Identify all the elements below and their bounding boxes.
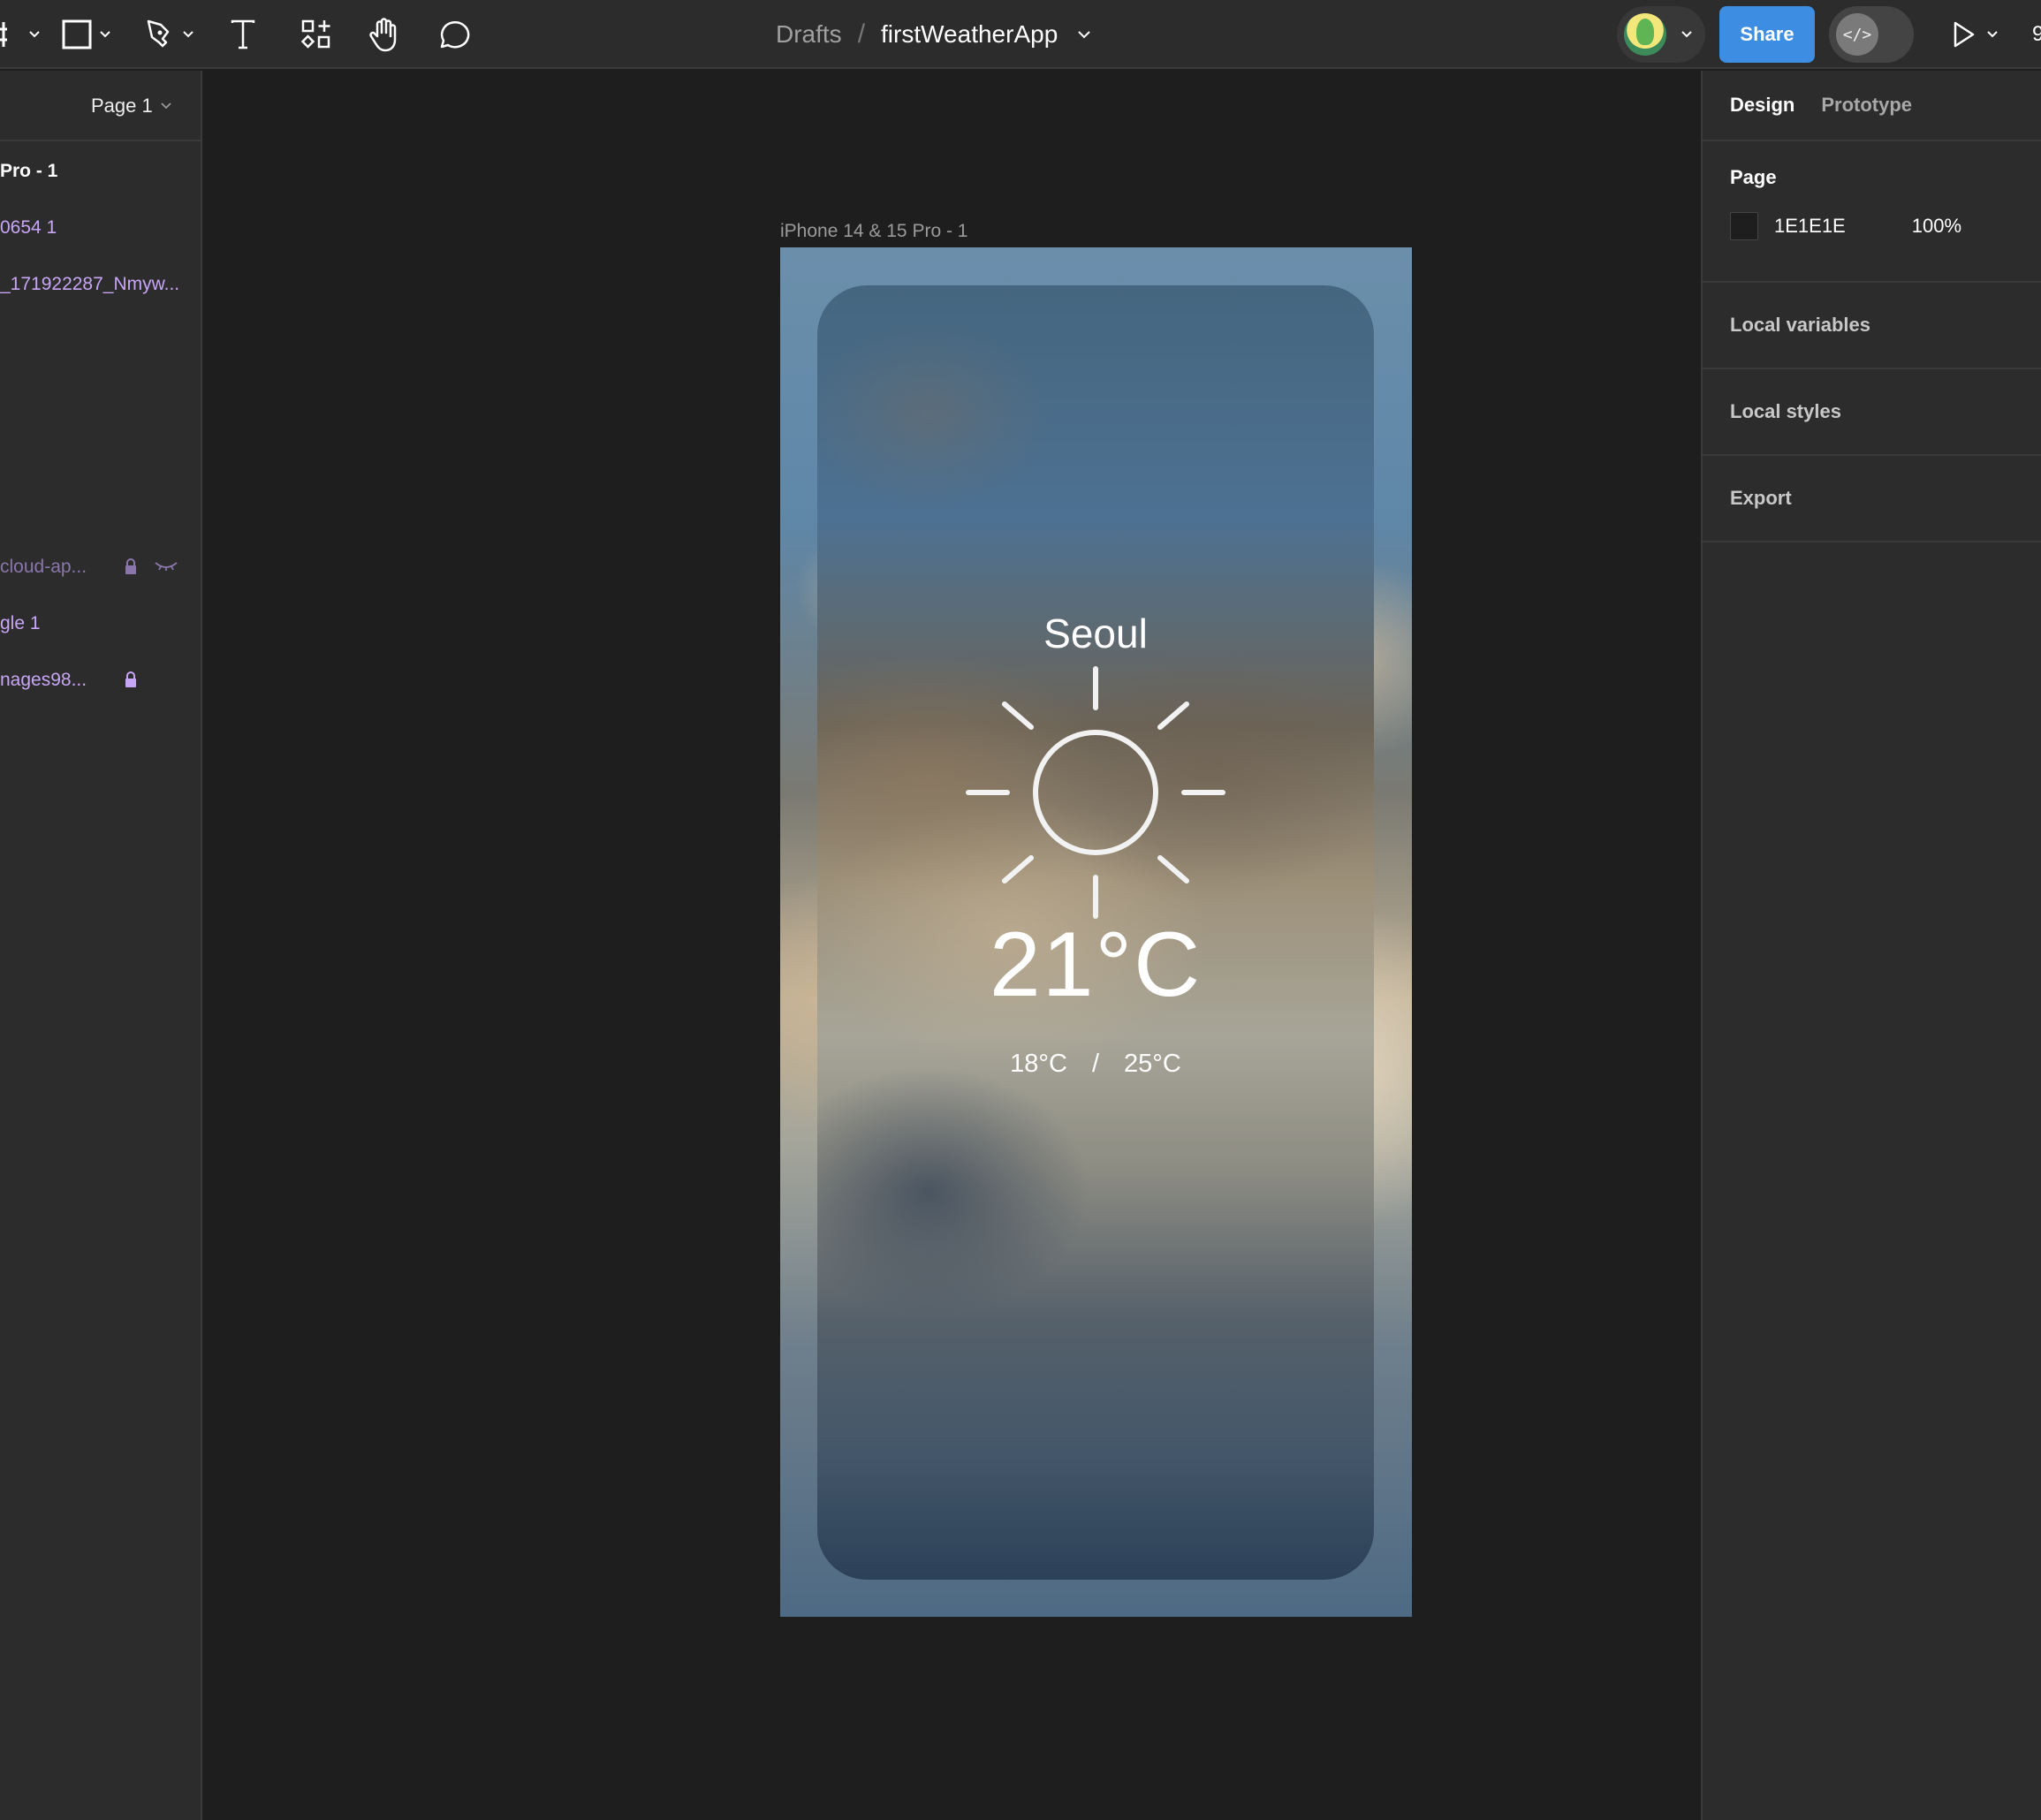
panel-tabs: Design Prototype [1703,71,2041,141]
local-styles-label: Local styles [1730,400,1841,422]
layer-item[interactable]: cloud-ap... [0,550,202,585]
export-section[interactable]: Export [1703,456,2041,542]
chevron-down-icon[interactable] [28,30,41,39]
properties-panel: Design Prototype Page 1E1E1E 100% Local … [1701,71,2041,1820]
chevron-down-icon[interactable] [1681,30,1693,39]
chevron-down-icon [161,102,171,110]
layer-label: cloud-ap... [0,557,87,577]
chevron-down-icon[interactable] [1986,30,1999,39]
breadcrumb-drafts[interactable]: Drafts [776,20,842,49]
layer-item[interactable]: _171922287_Nmyw... [0,267,179,302]
pen-icon [147,19,170,48]
present-button[interactable] [1953,12,1999,57]
layer-label: _171922287_Nmyw... [0,274,180,294]
page-section: Page 1E1E1E 100% [1703,141,2041,283]
sun-icon [966,666,1225,919]
layer-label: gle 1 [0,613,41,633]
temperature-range: 18°C / 25°C [817,1050,1374,1079]
zoom-level[interactable]: 9 [2032,12,2041,57]
iphone-frame[interactable]: Seoul 21°C 18°C / 25°C [780,247,1412,1617]
chevron-down-icon[interactable] [1077,30,1091,39]
frame-icon [0,22,7,47]
chevron-down-icon[interactable] [99,30,111,39]
page-color-hex[interactable]: 1E1E1E [1774,215,1846,238]
local-styles-section[interactable]: Local styles [1703,369,2041,456]
frame-tool-button[interactable] [0,12,41,57]
frame-label[interactable]: iPhone 14 & 15 Pro - 1 [780,221,967,242]
text-icon [231,19,255,49]
layer-item[interactable]: gle 1 [0,606,41,641]
actions-icon [301,19,330,49]
hand-icon [369,18,397,52]
avatar[interactable] [1624,13,1666,56]
tab-design[interactable]: Design [1730,94,1794,117]
weather-card[interactable]: Seoul 21°C 18°C / 25°C [817,285,1374,1580]
hidden-eye-icon[interactable] [154,560,178,574]
lock-icon[interactable] [124,671,138,689]
chevron-down-icon[interactable] [182,30,194,39]
layer-item[interactable]: Pro - 1 [0,154,57,189]
file-name[interactable]: firstWeatherApp [881,20,1058,49]
comment-tool-button[interactable] [437,12,471,57]
breadcrumb: Drafts / firstWeatherApp [776,12,1091,57]
layers-panel: Page 1 Pro - 1 0654 1 _171922287_Nmyw...… [0,71,202,1820]
lock-icon[interactable] [124,558,138,576]
code-icon: </> [1836,13,1878,56]
export-label: Export [1730,487,1792,509]
layer-item[interactable]: 0654 1 [0,210,57,246]
low-temperature: 18°C [1010,1050,1067,1078]
layer-label: 0654 1 [0,217,57,238]
page-color-swatch[interactable] [1730,212,1758,240]
shape-tool-button[interactable] [62,12,111,57]
play-icon [1954,21,1975,48]
text-tool-button[interactable] [231,12,255,57]
share-button[interactable]: Share [1719,6,1815,63]
actions-tool-button[interactable] [301,12,331,57]
user-menu[interactable] [1617,6,1705,63]
layer-item[interactable]: nages98... [0,663,202,698]
comment-icon [440,21,470,49]
layer-label: nages98... [0,670,87,690]
rectangle-icon [62,19,92,49]
hand-tool-button[interactable] [368,12,402,57]
city-name: Seoul [1043,610,1148,656]
top-toolbar: Drafts / firstWeatherApp Share </> 9 [0,0,2041,69]
range-separator: / [1091,1050,1100,1078]
page-selector-label: Page 1 [91,95,153,117]
local-variables-section[interactable]: Local variables [1703,283,2041,369]
page-section-title: Page [1730,166,1777,188]
page-color-row: 1E1E1E 100% [1730,212,2041,240]
current-temperature: 21°C [989,914,1203,1016]
local-variables-label: Local variables [1730,314,1870,336]
layer-label: Pro - 1 [0,161,58,181]
page-color-opacity[interactable]: 100% [1912,215,1961,238]
high-temperature: 25°C [1124,1050,1181,1078]
page-selector[interactable]: Page 1 [91,71,172,141]
layers-header: Page 1 [0,71,201,141]
dev-mode-toggle[interactable]: </> [1829,6,1914,63]
tab-prototype[interactable]: Prototype [1821,94,1912,117]
pen-tool-button[interactable] [147,12,194,57]
breadcrumb-separator: / [857,19,866,49]
